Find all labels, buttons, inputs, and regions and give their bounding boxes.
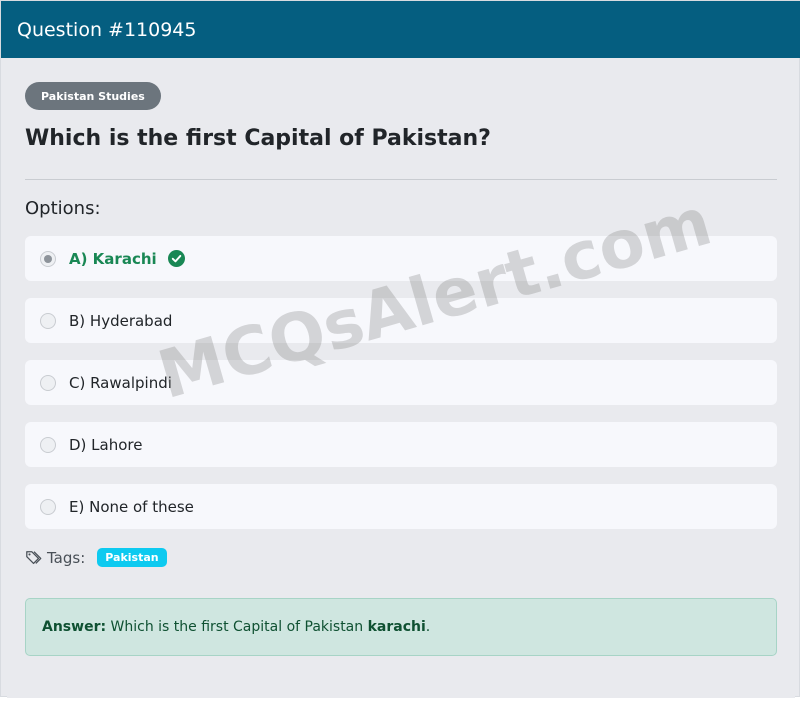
question-title: Which is the first Capital of Pakistan?: [25, 126, 491, 151]
tags-icon: [26, 550, 42, 564]
option-label: B) Hyderabad: [69, 311, 173, 330]
answer-text: Which is the first Capital of Pakistan: [110, 619, 364, 635]
radio-button[interactable]: [40, 312, 56, 329]
option-label: D) Lahore: [69, 435, 143, 454]
tags-row: Tags: Pakistan: [25, 548, 167, 567]
option-a[interactable]: A) Karachi: [25, 236, 777, 281]
question-card: Question #110945 Pakistan Studies Which …: [0, 0, 800, 698]
radio-button[interactable]: [40, 436, 56, 453]
check-circle-icon: [167, 250, 185, 267]
option-label: C) Rawalpindi: [69, 373, 172, 392]
answer-prefix: Answer:: [42, 619, 107, 635]
question-number: Question #110945: [17, 18, 197, 41]
category-badge[interactable]: Pakistan Studies: [25, 82, 161, 110]
options-heading: Options:: [25, 198, 101, 219]
card-header: Question #110945: [1, 1, 800, 58]
tag-pakistan[interactable]: Pakistan: [97, 548, 167, 567]
answer-box: Answer: Which is the first Capital of Pa…: [25, 598, 777, 656]
answer-suffix: .: [425, 619, 431, 635]
option-e[interactable]: E) None of these: [25, 484, 777, 529]
option-label: A) Karachi: [69, 249, 157, 268]
radio-button[interactable]: [40, 498, 56, 515]
answer-value: karachi: [367, 619, 426, 635]
radio-button[interactable]: [40, 250, 56, 267]
card-body: Pakistan Studies Which is the first Capi…: [7, 58, 795, 698]
radio-button[interactable]: [40, 374, 56, 391]
option-d[interactable]: D) Lahore: [25, 422, 777, 467]
option-c[interactable]: C) Rawalpindi: [25, 360, 777, 405]
option-label: E) None of these: [69, 497, 194, 516]
tags-label: Tags:: [47, 548, 86, 567]
divider: [25, 179, 777, 180]
option-b[interactable]: B) Hyderabad: [25, 298, 777, 343]
